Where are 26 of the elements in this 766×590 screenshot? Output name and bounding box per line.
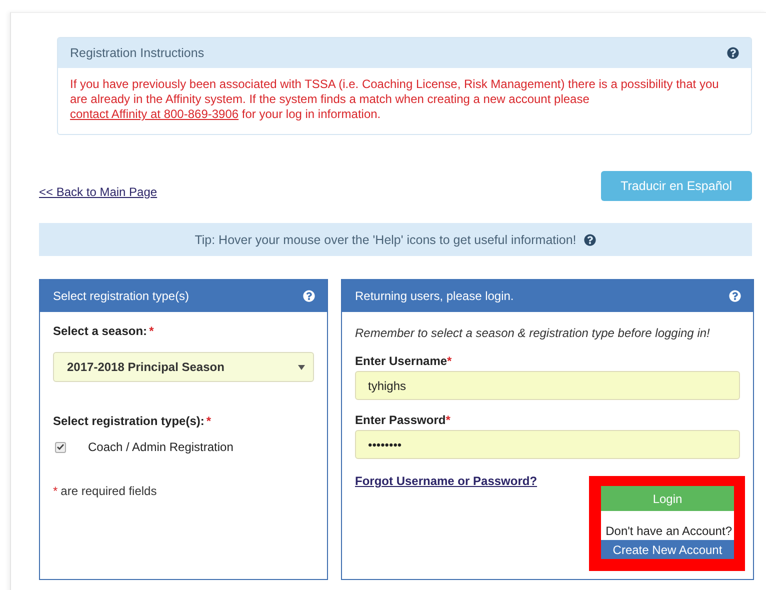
password-field[interactable]: •••••••• [355, 430, 740, 459]
checkbox-label: Coach / Admin Registration [88, 440, 234, 454]
checkbox[interactable] [55, 442, 66, 452]
password-label: Enter Password* [355, 413, 452, 427]
username-label: Enter Username* [355, 354, 453, 368]
season-dropdown[interactable]: 2017-2018 Principal Season [53, 352, 314, 382]
required-note: * are required fields [53, 484, 158, 498]
contact-link[interactable]: contact Affinity at 800-869-3906 [70, 107, 239, 121]
help-icon[interactable] [729, 290, 741, 302]
type-label: Select registration type(s): * [53, 414, 212, 428]
back-link[interactable]: << Back to Main Page [39, 185, 158, 199]
help-icon[interactable] [303, 290, 315, 302]
tip-text: Tip: Hover your mouse over the 'Help' icons to get useful information! [194, 232, 576, 246]
help-icon[interactable] [584, 234, 596, 246]
panel-title: Select registration type(s) [53, 288, 190, 302]
season-label: Select a season: * [53, 324, 155, 338]
no-account-text: Don't have an Account? [606, 524, 732, 538]
panel-title: Returning users, please login. [355, 288, 514, 302]
help-icon[interactable] [727, 47, 739, 59]
caret-icon [298, 364, 305, 370]
username-field[interactable]: tyhighs [355, 371, 740, 400]
create-account-button[interactable]: Create New Account [601, 540, 734, 559]
instructions-text: If you have previously been associated with TSSA (i.e. Coaching License, Risk Management) there is a possibility that you are already in the Affinity system. If the system finds a match when creating a new account please contact Affinity at 800-869-3906 for your log in information. [69, 76, 720, 123]
forgot-link[interactable]: Forgot Username or Password? [355, 474, 538, 488]
panel-title: Registration Instructions [70, 46, 204, 60]
reminder-text: Remember to select a season & registration type before logging in! [355, 326, 711, 340]
